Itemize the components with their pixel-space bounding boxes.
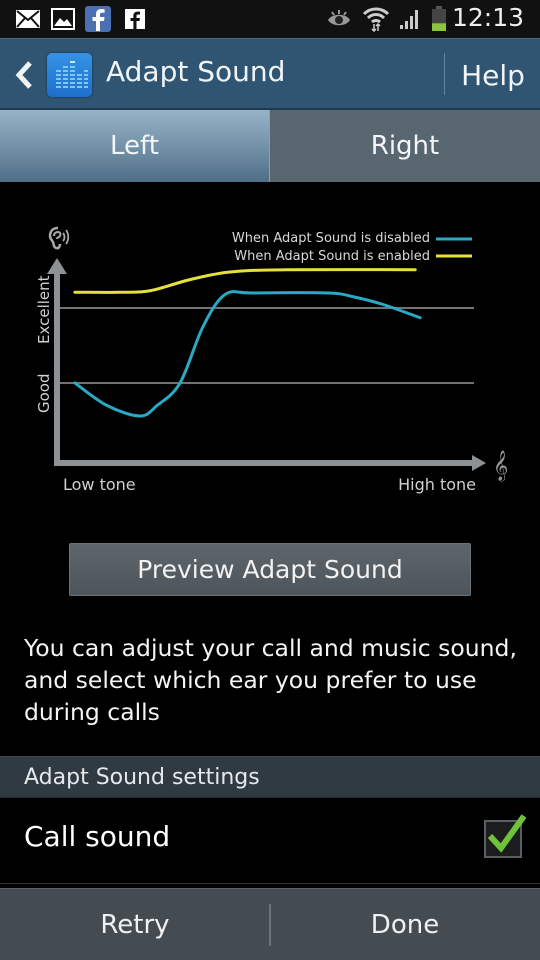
call-sound-row[interactable]: Call sound [0,798,540,884]
checkmark-icon [487,814,527,853]
action-bar-divider [444,53,445,95]
tab-left[interactable]: Left [0,110,270,182]
legend-label-enabled: When Adapt Sound is enabled [234,249,430,264]
tab-right[interactable]: Right [270,110,540,182]
chevron-left-icon [15,61,32,89]
y-tick-label-excellent: Excellent [35,275,53,344]
x-axis-arrow [472,455,486,471]
smart-stay-eye-icon [325,7,353,31]
gallery-icon [50,7,76,31]
call-sound-checkbox[interactable] [484,814,527,858]
app-icon[interactable] [47,53,92,97]
equalizer-icon [56,61,88,88]
bottom-bar-divider [269,904,271,946]
signal-icon [397,7,423,31]
clock: 12:13 [451,3,524,32]
preview-adapt-sound-button[interactable]: Preview Adapt Sound [69,543,471,596]
x-tick-label-high: High tone [398,475,476,494]
settings-section-header: Adapt Sound settings [0,756,540,798]
email-icon [14,7,42,31]
wifi-icon [362,7,390,32]
battery-icon [429,6,449,31]
action-bar: Adapt Sound Help [0,38,540,110]
retry-button[interactable]: Retry [0,889,270,960]
chart-legend: When Adapt Sound is disabled When Adapt … [232,231,472,264]
call-sound-label: Call sound [24,820,171,853]
facebook-icon [84,6,112,32]
x-tick-label-low: Low tone [63,475,136,494]
x-axis [54,460,474,466]
treble-clef-icon: 𝄞 [493,450,508,482]
help-button[interactable]: Help [446,39,540,111]
back-button[interactable] [10,55,38,95]
series-line-disabled [73,290,422,418]
y-tick-label-good: Good [35,374,53,414]
series-line-enabled [73,268,417,294]
description-text: You can adjust your call and music sound… [24,634,517,726]
hearing-chart: 𝄞 Excellent Good Low tone High tone When… [0,182,540,522]
hearing-chart-svg: 𝄞 Excellent Good Low tone High tone When… [35,226,508,494]
legend-label-disabled: When Adapt Sound is disabled [232,231,430,246]
done-button[interactable]: Done [270,889,540,960]
ear-tabs: Left Right [0,110,540,182]
ear-icon [48,226,70,250]
status-bar: 12:13 [0,0,540,38]
facebook-small-icon [124,7,146,31]
page-title: Adapt Sound [106,55,286,88]
bottom-button-bar: Retry Done [0,888,540,960]
